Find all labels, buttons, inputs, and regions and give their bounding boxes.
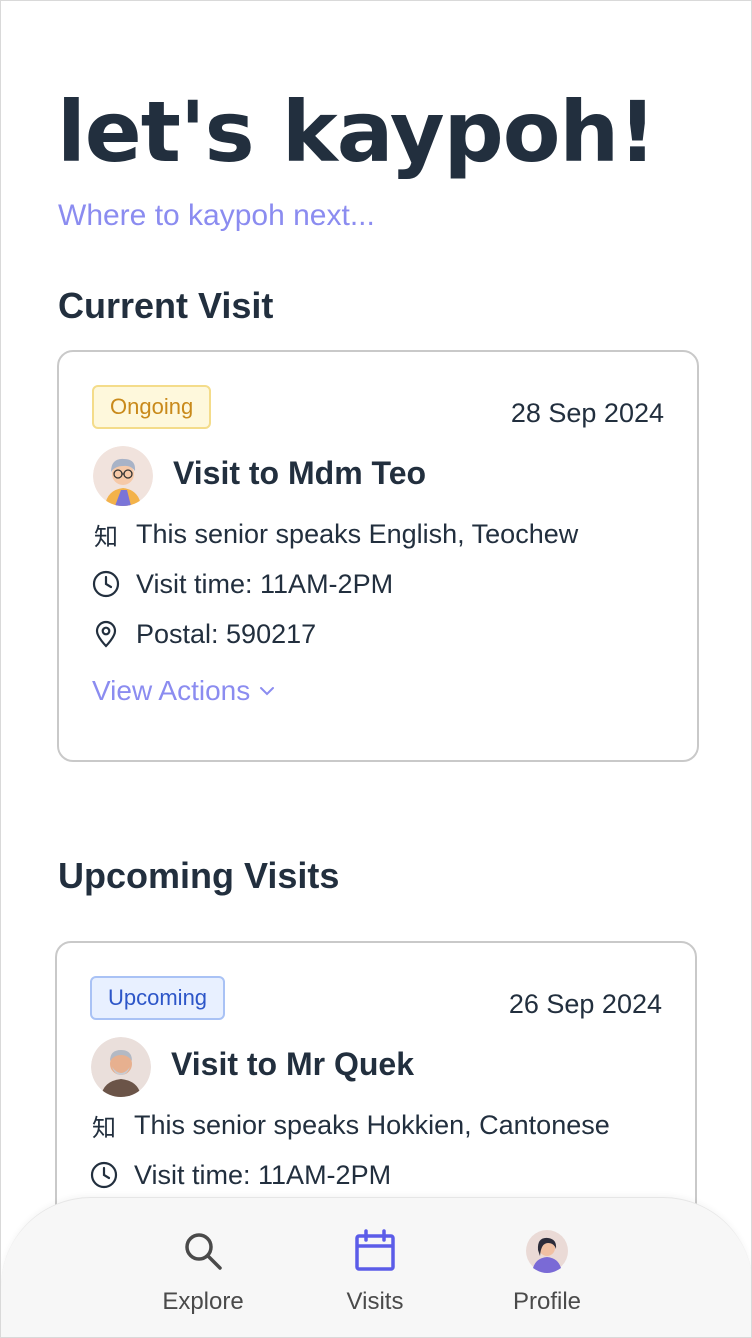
chevron-down-icon bbox=[260, 687, 275, 696]
time-row: Visit time: 11AM-2PM bbox=[90, 1155, 391, 1195]
nav-profile-label: Profile bbox=[512, 1288, 582, 1315]
time-row: Visit time: 11AM-2PM bbox=[92, 564, 393, 604]
postal-text: Postal: 590217 bbox=[136, 618, 317, 649]
current-visit-card[interactable]: Ongoing 28 Sep 2024 Visit to Mdm Teo 知 T… bbox=[57, 350, 699, 762]
page-subtitle: Where to kaypoh next... bbox=[58, 199, 375, 232]
status-badge-ongoing: Ongoing bbox=[92, 385, 212, 429]
language-row: 知 This senior speaks English, Teochew bbox=[92, 514, 578, 554]
time-text: Visit time: 11AM-2PM bbox=[134, 1159, 392, 1190]
nav-profile[interactable]: Profile bbox=[495, 1228, 599, 1316]
page-title: let's kaypoh! bbox=[57, 83, 657, 181]
nav-explore[interactable]: Explore bbox=[151, 1228, 255, 1316]
view-actions-label: View Actions bbox=[92, 675, 251, 706]
search-icon bbox=[185, 1233, 222, 1270]
language-icon: 知 bbox=[94, 523, 118, 551]
postal-row: Postal: 590217 bbox=[92, 614, 316, 654]
location-pin-icon bbox=[92, 620, 120, 648]
nav-visits-label: Visits bbox=[346, 1288, 404, 1315]
visit-title: Visit to Mdm Teo bbox=[173, 455, 427, 491]
visit-date: 26 Sep 2024 bbox=[508, 989, 662, 1019]
nav-explore-label: Explore bbox=[162, 1288, 244, 1315]
language-text: This senior speaks Hokkien, Cantonese bbox=[134, 1109, 610, 1140]
bottom-navigation: Explore Visits Profile bbox=[1, 1197, 751, 1337]
visit-title: Visit to Mr Quek bbox=[171, 1046, 415, 1082]
calendar-icon bbox=[355, 1229, 395, 1271]
language-text: This senior speaks English, Teochew bbox=[136, 518, 579, 549]
senior-avatar bbox=[93, 446, 153, 506]
clock-icon bbox=[92, 570, 120, 598]
language-row: 知 This senior speaks Hokkien, Cantonese bbox=[90, 1105, 610, 1145]
upcoming-visits-heading: Upcoming Visits bbox=[58, 855, 340, 896]
nav-visits[interactable]: Visits bbox=[323, 1228, 427, 1316]
current-visit-heading: Current Visit bbox=[58, 285, 274, 326]
status-badge-upcoming: Upcoming bbox=[90, 976, 226, 1020]
visit-date: 28 Sep 2024 bbox=[510, 398, 664, 428]
senior-avatar bbox=[91, 1037, 151, 1097]
time-text: Visit time: 11AM-2PM bbox=[136, 568, 394, 599]
clock-icon bbox=[90, 1161, 118, 1189]
profile-avatar-icon bbox=[526, 1230, 568, 1273]
page: let's kaypoh! Where to kaypoh next... Cu… bbox=[0, 0, 752, 1338]
language-icon: 知 bbox=[92, 1114, 116, 1142]
view-actions-button[interactable]: View Actions bbox=[92, 675, 276, 707]
